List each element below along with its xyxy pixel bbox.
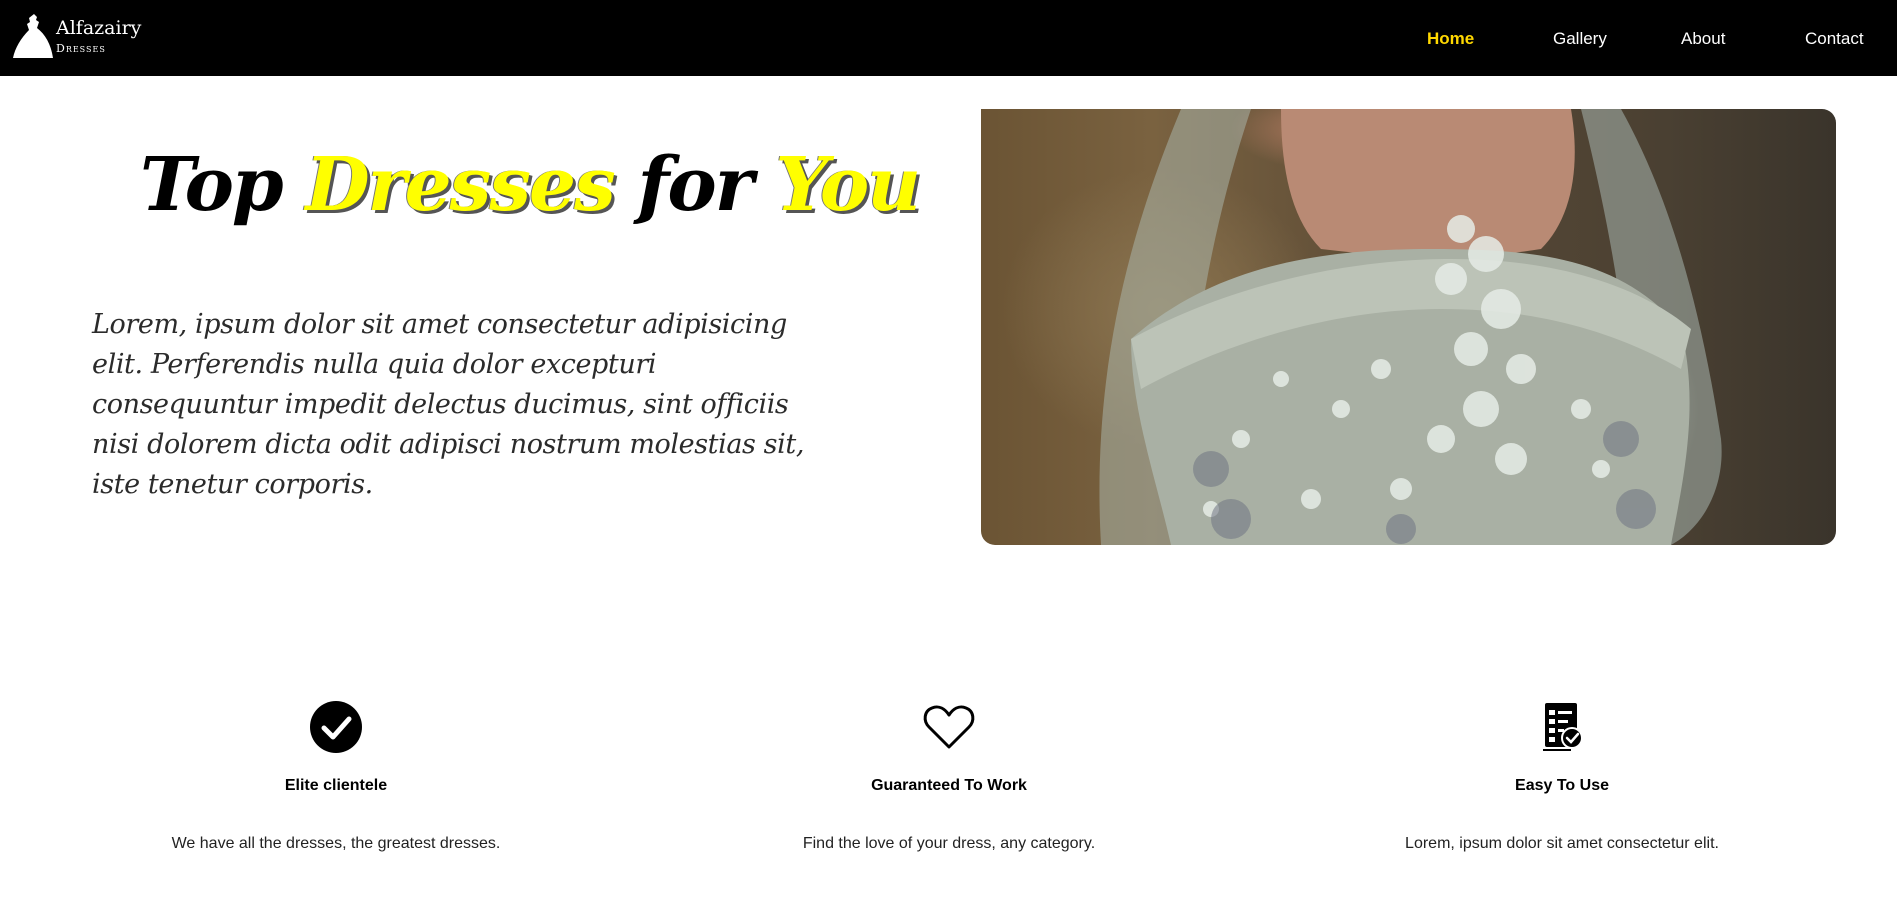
nav-link-about[interactable]: About <box>1681 29 1725 49</box>
nav-link-home[interactable]: Home <box>1427 29 1474 49</box>
brand-name: Alfazairy <box>56 16 142 39</box>
heart-icon <box>923 705 975 749</box>
hero-title-highlight-2: You <box>775 142 921 228</box>
dress-silhouette-icon <box>13 14 53 58</box>
wedding-dress-illustration <box>1099 109 1722 545</box>
hero-title-part-2: for <box>613 142 776 228</box>
nav-link-contact[interactable]: Contact <box>1805 29 1864 49</box>
check-circle-icon <box>310 701 362 753</box>
brand-logo-link[interactable]: Alfazairy Dresses <box>10 12 141 60</box>
nav-link-gallery[interactable]: Gallery <box>1553 29 1607 49</box>
feature-easy-to-use: Easy To Use Lorem, ipsum dolor sit amet … <box>1262 700 1862 853</box>
brand-subtitle: Dresses <box>56 41 106 55</box>
feature-title: Guaranteed To Work <box>871 777 1027 794</box>
feature-description: We have all the dresses, the greatest dr… <box>171 835 501 852</box>
hero-title-part-1: Top <box>140 142 306 228</box>
top-navbar: Alfazairy Dresses Home Gallery About Con… <box>0 0 1897 76</box>
hero-dress-image <box>981 109 1836 545</box>
feature-description: Lorem, ipsum dolor sit amet consectetur … <box>1405 835 1719 852</box>
feature-description: Find the love of your dress, any categor… <box>802 835 1096 852</box>
feature-title: Easy To Use <box>1515 777 1609 794</box>
feature-guaranteed-to-work: Guaranteed To Work Find the love of your… <box>649 700 1249 853</box>
feature-title: Elite clientele <box>284 777 388 794</box>
hero-title: Top Dresses for You <box>140 142 921 228</box>
hero-title-highlight-1: Dresses <box>305 142 615 228</box>
checklist-icon <box>1543 703 1583 751</box>
hero-description: Lorem, ipsum dolor sit amet consectetur … <box>92 309 805 500</box>
feature-elite-clientele: Elite clientele We have all the dresses,… <box>36 700 636 853</box>
